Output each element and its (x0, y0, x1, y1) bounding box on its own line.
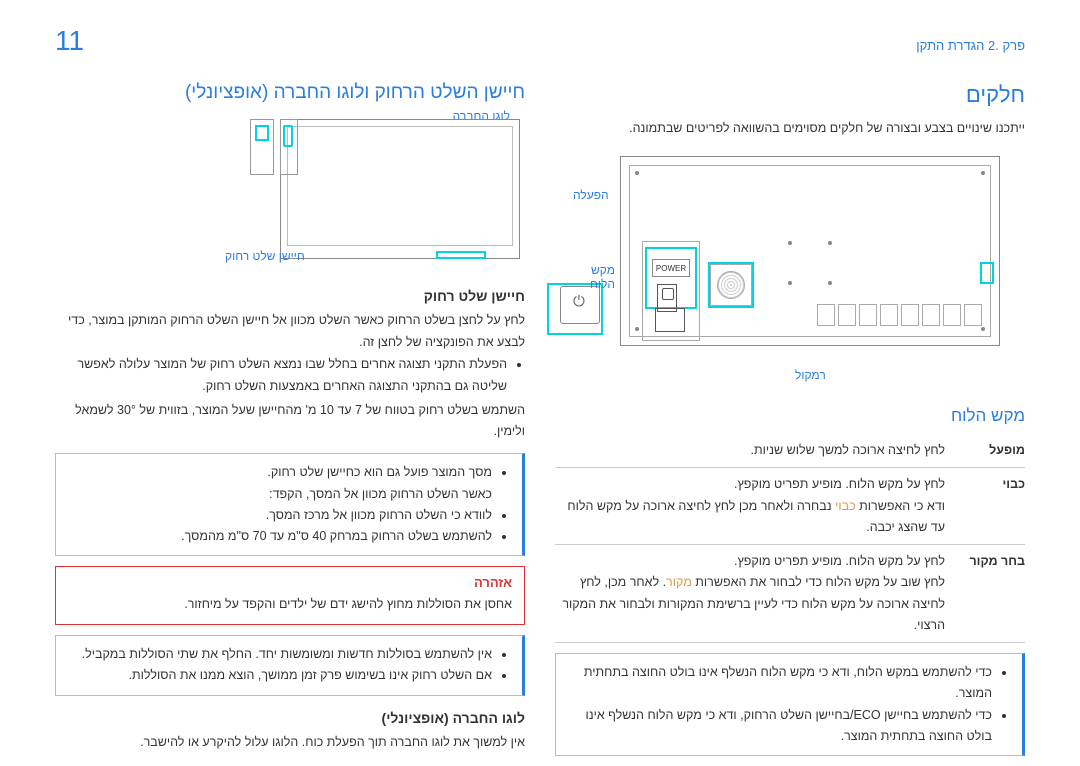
panel-button-heading: מקש הלוח (555, 406, 1025, 426)
remote-sensor-heading: חיישן שלט רחוק (55, 288, 525, 304)
label-remote-sensor: חיישן שלט רחוק (225, 249, 305, 263)
usage-bullet: לוודא כי השלט הרחוק מכוון אל מרכז המסך. (64, 505, 492, 526)
monitor-rear-outline: POWER (620, 156, 1000, 346)
label-speaker: רמקול (795, 368, 826, 382)
right-column: חלקים ייתכנו שינויים בצבע ובצורה של חלקי… (555, 67, 1025, 766)
sensor-bullet: הפעלת התקני תצוגה אחרים בחלל שבו נמצא הש… (55, 354, 507, 398)
warning-box: אזהרה אחסן את הסוללות מחוץ להישג ידם של … (55, 566, 525, 625)
desc-source: לחץ על מקש הלוח. מופיע תפריט מוקפץ. לחץ … (555, 545, 945, 643)
battery-bullet: אם השלט רחוק אינו בשימוש פרק זמן ממושך, … (64, 665, 492, 686)
panel-button-highlight (980, 262, 994, 284)
panel-button-table: מופעל לחץ לחיצה ארוכה למשך שלוש שניות. כ… (555, 434, 1025, 643)
logo-text: אין למשוך את לוגו החברה תוך הפעלת כוח. ה… (55, 732, 525, 754)
logo-highlight (436, 251, 486, 259)
sensor-logo-title: חיישן השלט הרחוק ולוגו החברה (אופציונלי) (55, 82, 525, 104)
parts-intro: ייתכנו שינויים בצבע ובצורה של חלקים מסוי… (555, 118, 1025, 138)
usage-bullet: להשתמש בשלט הרחוק במרחק 40 ס"מ עד 70 ס"מ… (64, 526, 492, 547)
remote-sensor-p2: השתמש בשלט רחוק בטווח של 7 עד 10 מ' מהחי… (55, 400, 525, 444)
left-info-box: אין להשתמש בסוללות חדשות ומשומשות יחד. ה… (55, 635, 525, 696)
remote-sensor-p1: לחץ על לחצן בשלט הרחוק כאשר השלט מכוון א… (55, 310, 525, 354)
parts-title: חלקים (555, 82, 1025, 108)
term-source: בחר מקור (945, 545, 1025, 643)
left-column: חיישן השלט הרחוק ולוגו החברה (אופציונלי)… (55, 67, 525, 766)
chapter-label: פרק .2 הגדרת התקן (916, 38, 1025, 53)
info-bullet: כדי להשתמש בחיישן ECO/בחיישן השלט הרחוק,… (564, 705, 992, 748)
front-diagram: לוגו החברה חיישן שלט רחוק (60, 114, 520, 274)
warning-text: אחסן את הסוללות מחוץ להישג ידם של ילדים … (68, 594, 512, 616)
right-info-box: כדי להשתמש במקש הלוח, ודא כי מקש הלוח הנ… (555, 653, 1025, 756)
panel-button-enlarged (550, 286, 600, 332)
info-bullet: כדי להשתמש במקש הלוח, ודא כי מקש הלוח הנ… (564, 662, 992, 705)
power-block: POWER (642, 241, 700, 341)
left-usage-box: מסך המוצר פועל גם הוא כחיישן שלט רחוק. כ… (55, 453, 525, 556)
logo-heading: לוגו החברה (אופציונלי) (55, 710, 525, 726)
speaker-icon (710, 264, 752, 306)
usage-bullet: מסך המוצר פועל גם הוא כחיישן שלט רחוק. כ… (64, 462, 492, 505)
desc-off: לחץ על מקש הלוח. מופיע תפריט מוקפץ. ודא … (555, 468, 945, 545)
label-power-on: הפעלה (573, 188, 609, 202)
term-off: כבוי (945, 468, 1025, 545)
term-on: מופעל (945, 434, 1025, 468)
desc-on: לחץ לחיצה ארוכה למשך שלוש שניות. (555, 434, 945, 468)
power-text: POWER (652, 259, 690, 277)
battery-bullet: אין להשתמש בסוללות חדשות ומשומשות יחד. ה… (64, 644, 492, 665)
rear-diagram: POWER הפעלה רמקול (565, 148, 1015, 388)
sensor-enlarged (250, 119, 320, 179)
page-number: 11 (55, 25, 84, 57)
label-panel-button: מקש הלוח (565, 263, 615, 291)
warning-title: אזהרה (68, 575, 512, 590)
